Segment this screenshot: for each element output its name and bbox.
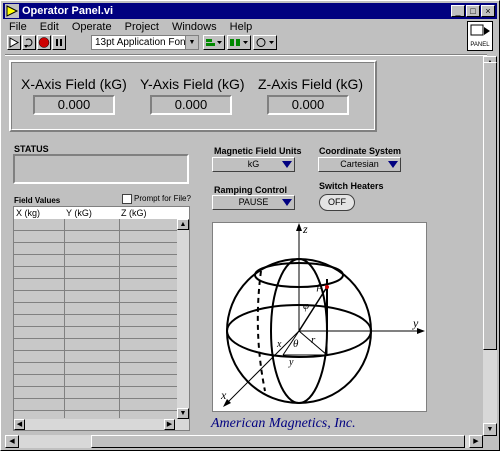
x-component-label: x	[276, 339, 282, 350]
spherical-coordinates-diagram: z y x ρ φ θ r x y	[212, 222, 427, 412]
theta-label: θ	[293, 338, 299, 350]
menu-windows[interactable]: Windows	[172, 20, 217, 34]
title-bar[interactable]: Operator Panel.vi _ □ ×	[3, 3, 497, 19]
chevron-down-icon	[282, 161, 292, 168]
table-rows[interactable]	[14, 219, 177, 419]
rho-label: ρ	[316, 280, 322, 292]
prompt-for-file-checkbox[interactable]	[122, 194, 132, 204]
window-title: Operator Panel.vi	[22, 5, 114, 17]
coordinate-system-value: Cartesian	[340, 159, 379, 169]
column-divider	[64, 219, 65, 418]
menu-operate[interactable]: Operate	[72, 20, 112, 34]
switch-heaters-label: Switch Heaters	[319, 181, 384, 191]
vi-panel-icon[interactable]: PANEL	[467, 21, 493, 51]
front-panel: X-Axis Field (kG) 0.000 Y-Axis Field (kG…	[5, 56, 483, 436]
labview-vi-icon	[5, 4, 19, 18]
status-indicator	[13, 154, 189, 184]
operator-panel-window: Operator Panel.vi _ □ × File Edit Operat…	[0, 0, 500, 451]
scroll-thumb[interactable]	[483, 62, 497, 350]
ramping-control-ring[interactable]: PAUSE	[212, 195, 295, 210]
scroll-down-icon[interactable]: ▼	[177, 408, 189, 419]
y-axis-field-label: Y-Axis Field (kG)	[140, 76, 245, 92]
z-axis-field-label: Z-Axis Field (kG)	[258, 76, 363, 92]
prompt-for-file-label: Prompt for File?	[134, 194, 191, 203]
y-component-label: y	[288, 357, 294, 368]
field-values-table[interactable]: X (kg) Y (kG) Z (kG) ▲ ▼ ◀ ▶	[13, 206, 190, 431]
y-axis-field-value: 0.000	[150, 95, 232, 115]
column-header-x: X (kg)	[16, 208, 41, 218]
font-select[interactable]: 13pt Application Font ▼	[91, 35, 199, 50]
ramping-control-label: Ramping Control	[214, 185, 287, 195]
ramping-control-value: PAUSE	[238, 197, 269, 207]
magnetic-field-units-label: Magnetic Field Units	[214, 146, 302, 156]
menu-bar: File Edit Operate Project Windows Help	[3, 20, 463, 34]
column-header-y: Y (kG)	[66, 208, 92, 218]
company-name: American Magnetics, Inc.	[211, 416, 356, 431]
panel-icon-label: PANEL	[470, 42, 490, 48]
scroll-right-icon[interactable]: ▶	[469, 435, 483, 448]
switch-heaters-button[interactable]: OFF	[319, 194, 355, 211]
scroll-right-icon[interactable]: ▶	[164, 419, 175, 430]
run-arrow-icon[interactable]	[7, 35, 21, 50]
x-axis-field-value: 0.000	[33, 95, 115, 115]
magnetic-field-units-value: kG	[247, 159, 260, 169]
scroll-up-icon[interactable]: ▲	[177, 219, 189, 230]
field-values-label: Field Values	[14, 196, 61, 205]
align-objects-icon[interactable]	[203, 35, 225, 50]
menu-help[interactable]: Help	[230, 20, 253, 34]
magnetic-field-units-ring[interactable]: kG	[212, 157, 295, 172]
panel-connector-icon	[470, 24, 490, 36]
reorder-icon[interactable]	[253, 35, 277, 50]
y-axis-label: y	[412, 316, 419, 330]
minimize-button[interactable]: _	[451, 5, 465, 17]
scroll-left-icon[interactable]: ◀	[5, 435, 19, 448]
run-continuous-icon[interactable]	[22, 35, 36, 50]
maximize-button[interactable]: □	[466, 5, 480, 17]
coordinate-system-label: Coordinate System	[319, 146, 402, 156]
z-axis-label: z	[302, 223, 308, 236]
close-button[interactable]: ×	[481, 5, 495, 17]
table-horizontal-scrollbar[interactable]: ◀ ▶	[14, 419, 189, 430]
chevron-down-icon: ▼	[185, 36, 198, 49]
toolbar-separator	[5, 54, 487, 55]
table-vertical-scrollbar[interactable]: ▲ ▼	[177, 219, 189, 419]
coordinate-system-ring[interactable]: Cartesian	[318, 157, 401, 172]
scroll-left-icon[interactable]: ◀	[14, 419, 25, 430]
status-label: STATUS	[14, 144, 49, 154]
menu-file[interactable]: File	[9, 20, 27, 34]
distribute-objects-icon[interactable]	[227, 35, 251, 50]
x-axis-label: x	[220, 388, 227, 402]
chevron-down-icon	[282, 199, 292, 206]
menu-project[interactable]: Project	[125, 20, 159, 34]
scroll-thumb[interactable]	[91, 435, 465, 448]
x-axis-field-label: X-Axis Field (kG)	[21, 76, 127, 92]
scroll-down-icon[interactable]: ▼	[483, 423, 497, 436]
panel-horizontal-scrollbar[interactable]: ◀ ▶	[5, 435, 483, 448]
r-label: r	[311, 334, 316, 346]
font-select-value: 13pt Application Font	[95, 37, 189, 48]
panel-vertical-scrollbar[interactable]: ▲ ▼	[483, 56, 497, 436]
abort-icon[interactable]	[37, 35, 51, 50]
menu-edit[interactable]: Edit	[40, 20, 59, 34]
column-divider	[119, 219, 120, 418]
chevron-down-icon	[388, 161, 398, 168]
z-axis-field-value: 0.000	[267, 95, 349, 115]
column-header-z: Z (kG)	[121, 208, 147, 218]
phi-label: φ	[303, 300, 309, 312]
pause-icon[interactable]	[52, 35, 66, 50]
